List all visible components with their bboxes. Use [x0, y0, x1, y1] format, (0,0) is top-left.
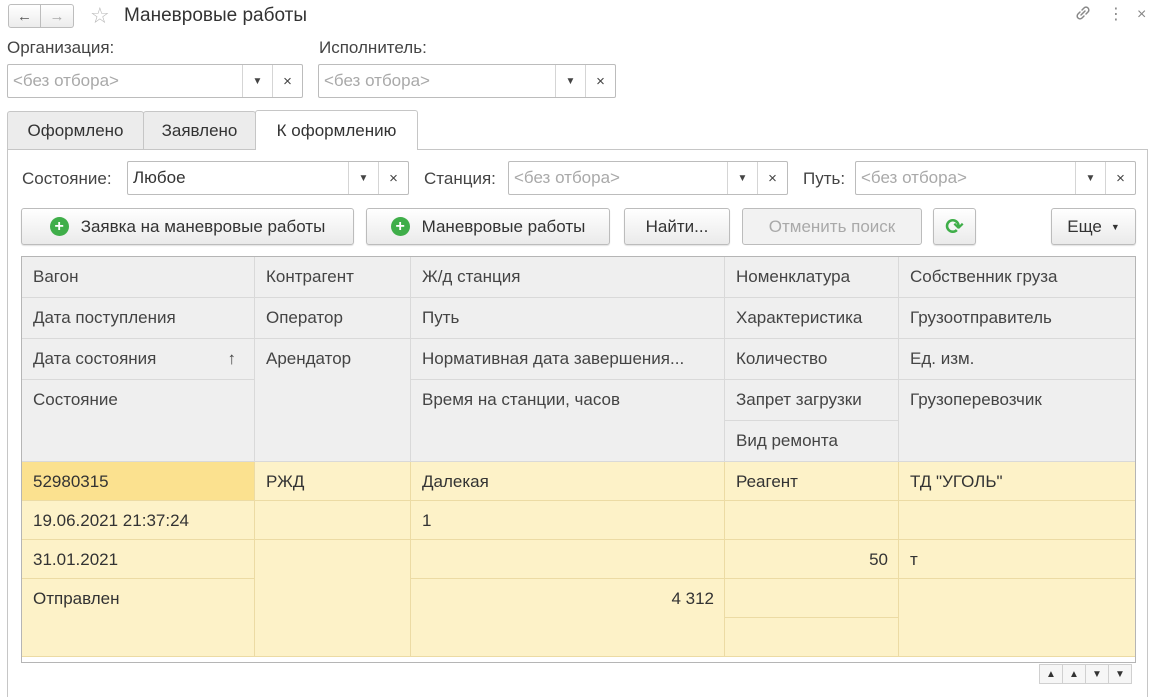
- track-value[interactable]: <без отбора>: [856, 162, 1075, 194]
- header-repair-type[interactable]: Вид ремонта: [725, 421, 899, 462]
- cell-carrier[interactable]: [899, 579, 1135, 657]
- header-cargo-owner[interactable]: Собственник груза: [899, 257, 1135, 298]
- cell-lessee[interactable]: [255, 540, 411, 657]
- header-characteristic[interactable]: Характеристика: [725, 298, 899, 339]
- chevron-down-icon[interactable]: ▼: [242, 65, 272, 97]
- page-title: Маневровые работы: [124, 5, 308, 26]
- cell-normative-date[interactable]: [411, 540, 725, 579]
- clear-icon[interactable]: ×: [1105, 162, 1135, 194]
- plus-icon: +: [49, 217, 69, 236]
- clear-icon[interactable]: ×: [757, 162, 787, 194]
- shunting-works-button[interactable]: + Маневровые работы: [366, 208, 610, 245]
- cell-wagon[interactable]: 52980315: [22, 462, 255, 501]
- cell-characteristic[interactable]: [725, 501, 899, 540]
- more-vertical-icon[interactable]: ⋮: [1108, 4, 1124, 26]
- header-shipper[interactable]: Грузоотправитель: [899, 298, 1135, 339]
- star-icon[interactable]: ☆: [90, 2, 110, 30]
- cell-hours-on-station[interactable]: 4 312: [411, 579, 725, 657]
- header-unit[interactable]: Ед. изм.: [899, 339, 1135, 380]
- header-hours-on-station[interactable]: Время на станции, часов: [411, 380, 725, 462]
- tab-issued[interactable]: Оформлено: [7, 111, 144, 149]
- refresh-icon: ⟳: [945, 213, 964, 239]
- arrow-right-icon: →: [49, 7, 65, 25]
- refresh-button[interactable]: ⟳: [933, 208, 976, 245]
- cell-shipper[interactable]: [899, 501, 1135, 540]
- header-loading-ban[interactable]: Запрет загрузки: [725, 380, 899, 421]
- sort-ascending-icon: ↑: [227, 349, 237, 368]
- scroll-up-icon[interactable]: ▲: [1062, 664, 1086, 684]
- cell-state-date[interactable]: 31.01.2021: [22, 540, 255, 579]
- header-lessee[interactable]: Арендатор: [255, 339, 411, 462]
- organization-field[interactable]: <без отбора> ▼ ×: [7, 64, 303, 98]
- link-icon[interactable]: [1074, 4, 1092, 29]
- chevron-down-icon[interactable]: ▼: [727, 162, 757, 194]
- clear-icon[interactable]: ×: [585, 65, 615, 97]
- cell-state[interactable]: Отправлен: [22, 579, 255, 657]
- header-carrier[interactable]: Грузоперевозчик: [899, 380, 1135, 462]
- cell-cargo-owner[interactable]: ТД "УГОЛЬ": [899, 462, 1135, 501]
- back-button[interactable]: ←: [8, 4, 41, 28]
- cell-counterparty[interactable]: РЖД: [255, 462, 411, 501]
- table-scroll-controls: ▲ ▲ ▼ ▼: [1039, 664, 1132, 684]
- arrow-left-icon: ←: [17, 7, 32, 25]
- executor-label: Исполнитель:: [319, 38, 427, 57]
- tab-requested[interactable]: Заявлено: [143, 111, 256, 149]
- more-label: Еще: [1067, 216, 1102, 236]
- cell-loading-ban[interactable]: [725, 579, 899, 618]
- data-table[interactable]: Вагон Дата поступления Дата состояния ↑ …: [21, 256, 1136, 663]
- cell-operator[interactable]: [255, 501, 411, 540]
- station-value[interactable]: <без отбора>: [509, 162, 727, 194]
- header-arrival-date[interactable]: Дата поступления: [22, 298, 255, 339]
- header-quantity[interactable]: Количество: [725, 339, 899, 380]
- cell-unit[interactable]: т: [899, 540, 1135, 579]
- header-normative-date[interactable]: Нормативная дата завершения...: [411, 339, 725, 380]
- tab-to-issue[interactable]: К оформлению: [255, 110, 418, 150]
- header-state-date-label: Дата состояния: [33, 349, 157, 368]
- chevron-down-icon[interactable]: ▼: [555, 65, 585, 97]
- header-station[interactable]: Ж/д станция: [411, 257, 725, 298]
- organization-label: Организация:: [7, 38, 115, 57]
- clear-icon[interactable]: ×: [272, 65, 302, 97]
- cell-repair-type[interactable]: [725, 618, 899, 657]
- shunting-request-button[interactable]: + Заявка на маневровые работы: [21, 208, 354, 245]
- close-icon[interactable]: ×: [1137, 4, 1146, 26]
- cell-nomenclature[interactable]: Реагент: [725, 462, 899, 501]
- track-label: Путь:: [803, 169, 846, 188]
- station-label: Станция:: [424, 169, 496, 188]
- forward-button[interactable]: →: [41, 4, 74, 28]
- cell-quantity[interactable]: 50: [725, 540, 899, 579]
- more-button[interactable]: Еще ▼: [1051, 208, 1136, 245]
- executor-field[interactable]: <без отбора> ▼ ×: [318, 64, 616, 98]
- cell-track[interactable]: 1: [411, 501, 725, 540]
- executor-value[interactable]: <без отбора>: [319, 65, 555, 97]
- header-state-date[interactable]: Дата состояния ↑: [22, 339, 255, 380]
- organization-value[interactable]: <без отбора>: [8, 65, 242, 97]
- header-operator[interactable]: Оператор: [255, 298, 411, 339]
- shunting-request-label: Заявка на маневровые работы: [80, 216, 326, 236]
- header-track[interactable]: Путь: [411, 298, 725, 339]
- chevron-down-icon[interactable]: ▼: [1075, 162, 1105, 194]
- header-counterparty[interactable]: Контрагент: [255, 257, 411, 298]
- cell-station[interactable]: Далекая: [411, 462, 725, 501]
- find-button[interactable]: Найти...: [624, 208, 730, 245]
- scroll-first-icon[interactable]: ▲: [1039, 664, 1063, 684]
- state-label: Состояние:: [22, 169, 112, 188]
- clear-icon[interactable]: ×: [378, 162, 408, 194]
- track-field[interactable]: <без отбора> ▼ ×: [855, 161, 1136, 195]
- header-state[interactable]: Состояние: [22, 380, 255, 462]
- shunting-works-label: Маневровые работы: [421, 216, 586, 236]
- chevron-down-icon: ▼: [1110, 221, 1120, 232]
- scroll-last-icon[interactable]: ▼: [1108, 664, 1132, 684]
- chevron-down-icon[interactable]: ▼: [348, 162, 378, 194]
- station-field[interactable]: <без отбора> ▼ ×: [508, 161, 788, 195]
- state-field[interactable]: Любое ▼ ×: [127, 161, 409, 195]
- state-value[interactable]: Любое: [128, 162, 348, 194]
- scroll-down-icon[interactable]: ▼: [1085, 664, 1109, 684]
- header-nomenclature[interactable]: Номенклатура: [725, 257, 899, 298]
- header-wagon[interactable]: Вагон: [22, 257, 255, 298]
- cell-arrival-date[interactable]: 19.06.2021 21:37:24: [22, 501, 255, 540]
- plus-icon: +: [390, 217, 410, 236]
- cancel-search-button[interactable]: Отменить поиск: [742, 208, 922, 245]
